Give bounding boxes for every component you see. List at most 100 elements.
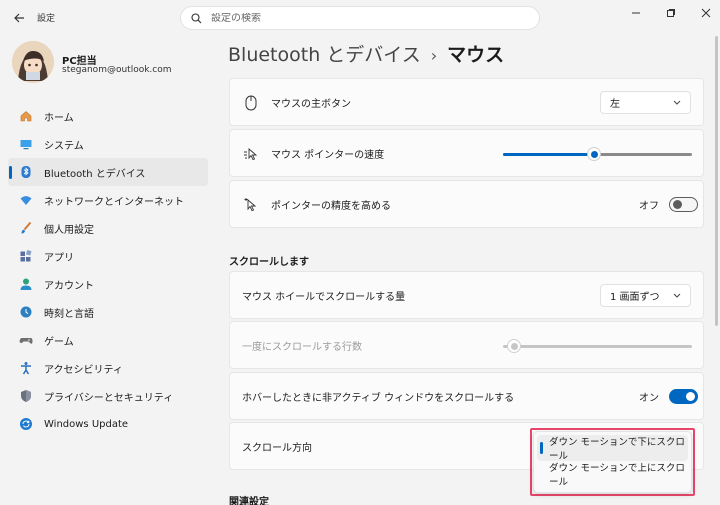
accessibility-icon <box>18 360 34 376</box>
sidebar-item-apps[interactable]: アプリ <box>8 242 208 270</box>
option-label: ダウン モーションで上にスクロール <box>549 463 685 488</box>
sidebar-item-label: プライバシーとセキュリティ <box>44 392 174 404</box>
scroll-section-title: スクロールします <box>229 257 309 268</box>
sidebar-item-time-language[interactable]: 時刻と言語 <box>8 298 208 326</box>
scroll-direction-dropdown: ダウン モーションで下にスクロール ダウン モーションで上にスクロール <box>530 428 695 496</box>
sidebar-item-personalization[interactable]: 個人用設定 <box>8 214 208 242</box>
back-button[interactable] <box>8 8 30 28</box>
enhance-precision-toggle[interactable] <box>669 197 698 212</box>
pointer-speed-slider[interactable] <box>503 144 692 164</box>
search-input[interactable] <box>211 12 511 24</box>
slider-thumb <box>507 339 521 353</box>
sidebar-nav: ホーム システム Bluetooth とデバイス ネットワークとインターネット … <box>8 102 208 438</box>
sidebar-item-system[interactable]: システム <box>8 130 208 158</box>
minimize-button[interactable] <box>622 4 650 22</box>
sidebar-item-label: ホーム <box>44 112 74 124</box>
scroll-direction-label: スクロール方向 <box>242 442 312 454</box>
mouse-icon <box>242 94 260 112</box>
lines-at-a-time-setting: 一度にスクロールする行数 <box>229 321 704 369</box>
sidebar-item-privacy[interactable]: プライバシーとセキュリティ <box>8 382 208 410</box>
pointer-speed-label: マウス ポインターの速度 <box>271 149 385 161</box>
content-scrollbar[interactable] <box>715 36 718 326</box>
sidebar-item-label: ネットワークとインターネット <box>44 196 184 208</box>
close-button[interactable] <box>692 4 720 22</box>
enhance-precision-label: ポインターの精度を高める <box>271 200 391 212</box>
toggle-state-text: オフ <box>639 201 659 212</box>
page-title: マウス <box>447 44 505 66</box>
sidebar-item-label: 時刻と言語 <box>44 308 94 320</box>
update-icon <box>18 416 34 432</box>
search-icon <box>191 12 202 23</box>
user-email: steganom@outlook.com <box>62 65 172 75</box>
bluetooth-icon <box>18 164 34 180</box>
pointer-speed-setting: マウス ポインターの速度 <box>229 129 704 177</box>
related-section-title: 関連設定 <box>229 497 269 505</box>
title-bar: 設定 <box>0 0 720 36</box>
wheel-amount-label: マウス ホイールでスクロールする量 <box>242 291 406 303</box>
sidebar-item-label: Bluetooth とデバイス <box>44 168 146 180</box>
breadcrumb: Bluetooth とデバイス › マウス <box>228 40 504 67</box>
primary-button-value: 左 <box>610 99 620 110</box>
scroll-inactive-toggle-group: オン <box>639 389 698 404</box>
primary-button-setting: マウスの主ボタン 左 <box>229 78 704 126</box>
breadcrumb-parent-link[interactable]: Bluetooth とデバイス <box>228 40 421 67</box>
slider-thumb[interactable] <box>587 147 601 161</box>
lines-at-a-time-slider <box>503 336 692 356</box>
sidebar-item-bluetooth[interactable]: Bluetooth とデバイス <box>8 158 208 186</box>
sidebar-item-network[interactable]: ネットワークとインターネット <box>8 186 208 214</box>
home-icon <box>18 108 34 124</box>
scroll-inactive-setting: ホバーしたときに非アクティブ ウィンドウをスクロールする オン <box>229 372 704 420</box>
clock-globe-icon <box>18 304 34 320</box>
minimize-icon <box>632 12 640 14</box>
slider-fill <box>503 153 594 156</box>
sidebar-item-label: ゲーム <box>44 336 74 348</box>
app-title: 設定 <box>37 14 56 24</box>
scroll-inactive-toggle[interactable] <box>669 389 698 404</box>
chevron-down-icon <box>673 100 681 105</box>
sidebar-item-label: アクセシビリティ <box>44 364 123 376</box>
sidebar-item-label: アカウント <box>44 280 94 292</box>
maximize-button[interactable] <box>657 4 685 22</box>
sidebar-item-windows-update[interactable]: Windows Update <box>8 410 208 438</box>
sidebar-item-label: Windows Update <box>44 418 129 430</box>
restore-icon <box>667 9 675 17</box>
scroll-direction-menu: ダウン モーションで下にスクロール ダウン モーションで上にスクロール <box>533 431 692 493</box>
primary-button-label: マウスの主ボタン <box>271 98 351 110</box>
close-icon <box>701 8 711 18</box>
scroll-direction-option-down[interactable]: ダウン モーションで下にスクロール <box>537 435 688 462</box>
wheel-amount-select[interactable]: 1 画面ずつ <box>600 284 691 307</box>
sidebar-item-accounts[interactable]: アカウント <box>8 270 208 298</box>
pointer-speed-icon <box>242 145 260 163</box>
sidebar-item-home[interactable]: ホーム <box>8 102 208 130</box>
avatar-illustration <box>12 41 54 83</box>
system-icon <box>18 136 34 152</box>
lines-at-a-time-label: 一度にスクロールする行数 <box>242 341 362 353</box>
wheel-amount-value: 1 画面ずつ <box>610 292 660 303</box>
wifi-icon <box>18 192 34 208</box>
gamepad-icon <box>18 332 34 348</box>
brush-icon <box>18 220 34 236</box>
primary-button-select[interactable]: 左 <box>600 91 691 114</box>
sidebar-item-label: アプリ <box>44 252 74 264</box>
enhance-precision-setting: ポインターの精度を高める オフ <box>229 180 704 228</box>
slider-track <box>503 345 692 348</box>
wheel-amount-setting: マウス ホイールでスクロールする量 1 画面ずつ <box>229 271 704 319</box>
apps-icon <box>18 248 34 264</box>
pointer-precision-icon <box>242 196 260 214</box>
avatar[interactable] <box>12 41 54 83</box>
sidebar-item-gaming[interactable]: ゲーム <box>8 326 208 354</box>
scroll-direction-option-up[interactable]: ダウン モーションで上にスクロール <box>537 461 688 488</box>
sidebar-item-accessibility[interactable]: アクセシビリティ <box>8 354 208 382</box>
search-box[interactable] <box>180 6 540 30</box>
chevron-down-icon <box>673 293 681 298</box>
shield-icon <box>18 388 34 404</box>
enhance-precision-toggle-group: オフ <box>639 197 698 212</box>
toggle-state-text: オン <box>639 393 659 404</box>
account-icon <box>18 276 34 292</box>
sidebar-item-label: 個人用設定 <box>44 224 94 236</box>
scroll-inactive-label: ホバーしたときに非アクティブ ウィンドウをスクロールする <box>242 392 515 404</box>
sidebar-item-label: システム <box>44 140 84 152</box>
breadcrumb-separator-icon: › <box>430 46 438 65</box>
option-label: ダウン モーションで下にスクロール <box>549 437 685 462</box>
back-arrow-icon <box>14 13 24 23</box>
